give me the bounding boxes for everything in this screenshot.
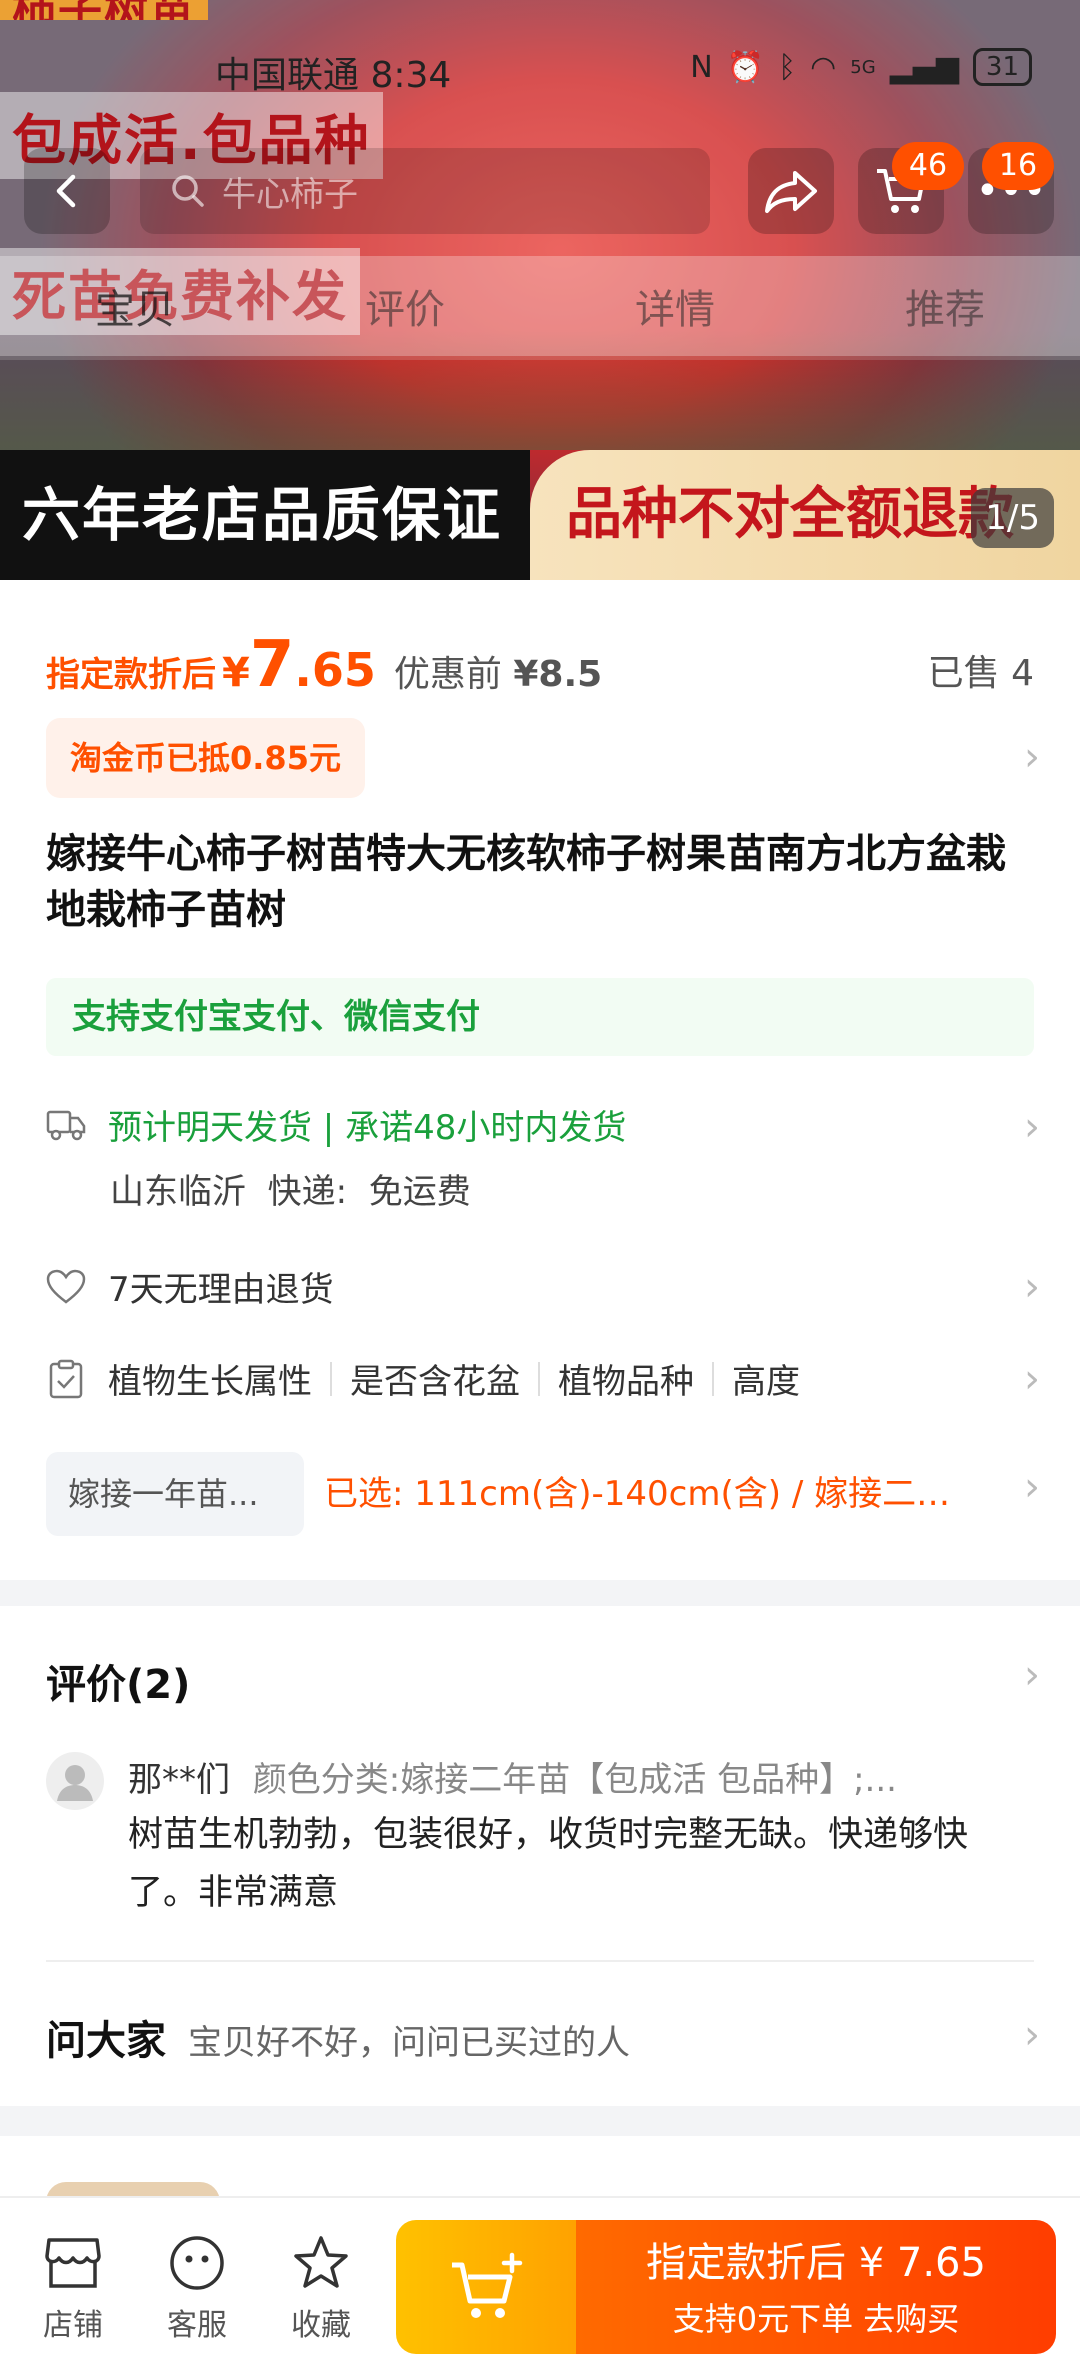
shipping-estimate: 预计明天发货 | 承诺48小时内发货 [108, 1108, 627, 1148]
add-to-cart-button[interactable] [396, 2220, 576, 2354]
signal-icon: ▂▄▆ [889, 49, 959, 85]
review-header: 那**们 颜色分类:嫁接二年苗【包成活 包品种】;... [128, 1752, 948, 1801]
attribute-3: 植物品种 [558, 1362, 694, 1402]
original-price-value: ¥8.5 [513, 654, 603, 695]
price-decimal: .65 [294, 643, 376, 697]
truck-icon [46, 1105, 86, 1145]
store-label: 店铺 [43, 2308, 103, 2343]
clock: 8:34 [370, 55, 452, 96]
spec-selected[interactable]: 已选: 111cm(含)-140cm(含) / 嫁接二年苗... [324, 1452, 974, 1536]
add-cart-icon [452, 2252, 523, 2318]
store-icon [18, 2228, 128, 2298]
heart-shield-icon [46, 1267, 86, 1307]
chevron-right-icon[interactable]: › [1024, 1356, 1040, 1402]
price-currency: ¥ [222, 650, 250, 696]
image-counter: 1/5 [971, 488, 1054, 548]
price-integer: 7 [249, 628, 295, 702]
ask-everyone-row[interactable]: 问大家 宝贝好不好，问问已买过的人 [46, 2008, 630, 2066]
tab-reviews[interactable]: 评价 [270, 277, 540, 335]
ship-origin: 山东临沂 [110, 1172, 246, 1212]
product-title: 嫁接牛心柿子树苗特大无核软柿子树果苗南方北方盆栽地栽柿子苗树 [46, 831, 1006, 933]
clipboard-icon [46, 1359, 86, 1399]
chevron-right-icon[interactable]: › [1024, 734, 1040, 780]
cart-count-badge: 46 [892, 142, 964, 190]
nfc-icon: N [690, 49, 713, 85]
review-text[interactable]: 树苗生机勃勃，包装很好，收货时完整无缺。快递够快了。非常满意 [128, 1806, 1028, 1922]
price-row: 指定款折后 ¥ 7 .65 优惠前 ¥8.5 [46, 628, 602, 702]
chevron-right-icon[interactable]: › [1024, 1264, 1040, 1310]
back-button[interactable] [24, 148, 110, 234]
returns-row[interactable]: 7天无理由退货 [46, 1262, 1036, 1311]
store-button[interactable]: 店铺 [18, 2228, 128, 2344]
message-count-badge: 16 [982, 142, 1054, 190]
tab-details[interactable]: 详情 [540, 277, 810, 335]
review-variant: 颜色分类:嫁接二年苗【包成活 包品种】;... [252, 1760, 897, 1800]
divider [46, 1960, 1034, 1962]
tab-item[interactable]: 宝贝 [0, 277, 270, 335]
spec-thumbnail[interactable]: 嫁接一年苗... [46, 1452, 304, 1536]
avatar [46, 1752, 104, 1810]
returns-policy: 7天无理由退货 [108, 1270, 334, 1310]
alarm-icon: ⏰ [726, 49, 765, 85]
chat-face-icon [142, 2228, 252, 2298]
ask-text: 宝贝好不好，问问已买过的人 [188, 2023, 630, 2063]
star-icon [266, 2228, 376, 2298]
search-input[interactable]: 牛心柿子 [140, 148, 710, 234]
price-label: 指定款折后 [46, 655, 216, 695]
chevron-right-icon[interactable]: › [1024, 1104, 1040, 1150]
chevron-left-icon [56, 174, 76, 208]
reviews-card: 评价(2) › 那**们 颜色分类:嫁接二年苗【包成活 包品种】;... 树苗生… [0, 1606, 1080, 2106]
express-value: 免运费 [368, 1172, 471, 1212]
chevron-right-icon[interactable]: › [1024, 1652, 1040, 1698]
ask-title: 问大家 [46, 2018, 166, 2064]
original-price-label: 优惠前 [393, 654, 502, 695]
buy-price-line: 指定款折后 ¥ 7.65 [646, 2240, 986, 2286]
buy-now-button[interactable]: 指定款折后 ¥ 7.65 支持0元下单 去购买 [576, 2220, 1056, 2354]
buy-button-group: 指定款折后 ¥ 7.65 支持0元下单 去购买 [396, 2220, 1056, 2354]
top-nav: 牛心柿子 46 ••• 16 [0, 142, 1080, 234]
bluetooth-icon: ᛒ [778, 49, 797, 85]
product-info-card: 指定款折后 ¥ 7 .65 优惠前 ¥8.5 已售 4 淘金币已抵0.85元 ›… [0, 580, 1080, 1580]
attributes-row[interactable]: 植物生长属性 是否含花盆 植物品种 高度 [46, 1354, 1036, 1403]
share-button[interactable] [748, 148, 834, 234]
attribute-2: 是否含花盆 [350, 1362, 520, 1402]
battery-icon: 31 [972, 48, 1032, 86]
search-placeholder: 牛心柿子 [222, 174, 358, 215]
coin-discount-tag[interactable]: 淘金币已抵0.85元 [46, 718, 365, 798]
wifi-icon: ◠ [810, 49, 837, 85]
express-label: 快递: [267, 1172, 348, 1212]
bottom-action-bar: 店铺 客服 收藏 指定款折后 ¥ 7.65 支持0元下单 去购买 [0, 2196, 1080, 2376]
attribute-1: 植物生长属性 [108, 1362, 312, 1402]
promo-text-top: 柿子树苗 [0, 0, 208, 20]
section-tabs: 宝贝 评价 详情 推荐 [0, 256, 1080, 356]
payment-methods: 支持支付宝支付、微信支付 [46, 978, 1034, 1056]
attribute-4: 高度 [732, 1362, 800, 1402]
carrier-name: 中国联通 [215, 55, 360, 96]
reviewer-name: 那**们 [128, 1760, 230, 1800]
tab-recommend[interactable]: 推荐 [810, 277, 1080, 335]
service-button[interactable]: 客服 [142, 2228, 252, 2344]
next-section-peek [0, 2136, 1080, 2222]
promo-banner: 六年老店品质保证 品种不对全额退款 [0, 450, 1080, 580]
service-label: 客服 [167, 2308, 227, 2343]
network-type: 5G [850, 56, 876, 78]
favorite-button[interactable]: 收藏 [266, 2228, 376, 2344]
shipping-row[interactable]: 预计明天发货 | 承诺48小时内发货 [46, 1100, 1036, 1149]
favorite-label: 收藏 [291, 2308, 351, 2343]
chevron-right-icon[interactable]: › [1024, 2012, 1040, 2058]
buy-sub-line: 支持0元下单 去购买 [672, 2300, 960, 2338]
share-icon [765, 171, 817, 213]
banner-left: 六年老店品质保证 [0, 450, 530, 580]
search-icon [172, 175, 204, 207]
reviews-title[interactable]: 评价(2) [46, 1652, 190, 1710]
chevron-right-icon[interactable]: › [1024, 1464, 1040, 1510]
status-bar: 中国联通 8:34 N ⏰ ᛒ ◠ 5G ▂▄▆ 31 [0, 40, 1080, 96]
sold-count: 已售 4 [927, 653, 1034, 694]
